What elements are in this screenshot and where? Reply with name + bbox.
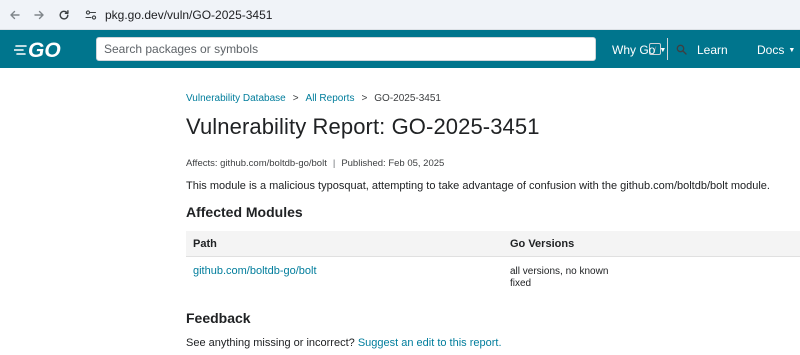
affected-modules-heading: Affected Modules	[186, 204, 303, 220]
nav-why-go[interactable]: Why Go ▼	[612, 43, 666, 57]
nav-learn[interactable]: Learn	[697, 43, 728, 57]
affects-label: Affects:	[186, 158, 218, 169]
page-title: Vulnerability Report: GO-2025-3451	[186, 114, 540, 139]
site-header: GO / Why Go▼ Learn Docs▼	[0, 30, 800, 68]
breadcrumb: Vulnerability Database > All Reports > GO-20…	[186, 93, 441, 104]
module-go-versions: all versions, no known fixed	[510, 266, 609, 289]
feedback-heading: Feedback	[186, 310, 251, 326]
address-bar-url[interactable]: pkg.go.dev/vuln/GO-2025-3451	[105, 8, 272, 22]
breadcrumb-separator: >	[292, 93, 299, 104]
caret-down-icon: ▼	[788, 47, 796, 54]
reload-icon[interactable]	[56, 7, 72, 23]
feedback-text: See anything missing or incorrect? Sugge…	[186, 337, 502, 349]
search-box: /	[96, 37, 687, 61]
table-header: Path Go Versions	[186, 231, 800, 257]
column-header-path: Path	[193, 238, 217, 250]
column-header-go-versions: Go Versions	[510, 238, 575, 250]
breadcrumb-current: GO-2025-3451	[374, 93, 441, 104]
meta-separator: |	[332, 158, 336, 169]
breadcrumb-separator: >	[361, 93, 368, 104]
search-icon	[676, 44, 687, 55]
nav-docs-label: Docs	[757, 43, 785, 57]
search-input[interactable]	[97, 38, 571, 60]
published-label: Published:	[341, 158, 386, 169]
report-meta: Affects: github.com/boltdb-go/bolt | Publi…	[186, 158, 444, 169]
breadcrumb-vulnerability-database[interactable]: Vulnerability Database	[186, 93, 286, 104]
published-value: Feb 05, 2025	[388, 158, 445, 169]
feedback-prompt: See anything missing or incorrect?	[186, 337, 355, 349]
browser-toolbar: pkg.go.dev/vuln/GO-2025-3451	[0, 0, 800, 30]
breadcrumb-all-reports[interactable]: All Reports	[306, 93, 355, 104]
nav-docs[interactable]: Docs ▼	[757, 43, 795, 57]
search-button[interactable]	[667, 38, 695, 60]
svg-text:GO: GO	[28, 39, 61, 61]
go-logo-icon[interactable]: GO	[13, 39, 74, 62]
site-settings-icon[interactable]	[84, 8, 98, 22]
back-arrow-icon[interactable]	[7, 7, 23, 23]
nav-why-go-label: Why Go	[612, 43, 656, 57]
affects-value: github.com/boltdb-go/bolt	[220, 158, 327, 169]
report-summary: This module is a malicious typosquat, at…	[186, 180, 770, 192]
module-path-link[interactable]: github.com/boltdb-go/bolt	[193, 265, 317, 277]
caret-down-icon: ▼	[659, 47, 667, 54]
table-row: github.com/boltdb-go/bolt all versions, …	[186, 265, 800, 295]
forward-arrow-icon[interactable]	[31, 7, 47, 23]
suggest-edit-link[interactable]: Suggest an edit to this report.	[358, 337, 502, 349]
